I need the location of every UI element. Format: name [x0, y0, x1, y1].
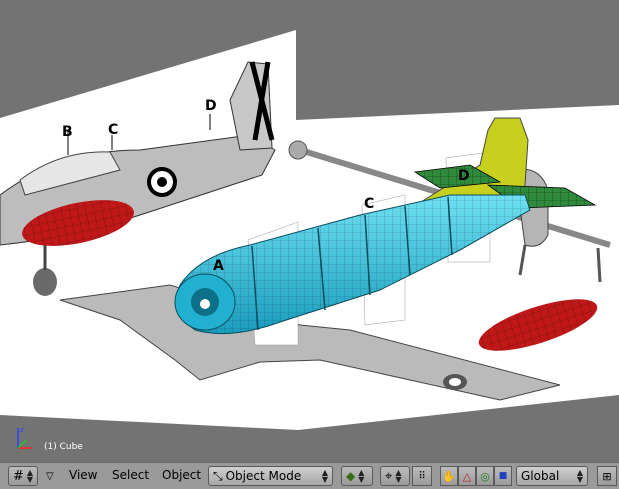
updown-arrow-icon: ▲ ▼ [395, 468, 402, 484]
scene-render: B C D A C D [0, 30, 619, 430]
side-label-c: C [108, 122, 118, 138]
pivot-align-button[interactable]: ⠿ [412, 466, 432, 486]
updown-arrow-icon: ▲ ▼ [358, 468, 365, 484]
side-label-b: B [62, 124, 73, 140]
rotate-manipulator-button[interactable]: ◎ [476, 466, 494, 486]
crosshair-icon: ⌖ [385, 468, 393, 484]
updown-arrow-icon: ▲ ▼ [26, 468, 34, 484]
mode-label: Object Mode [225, 469, 302, 483]
grid-icon: # [13, 468, 24, 484]
pivot-point-button[interactable]: ⌖ ▲ ▼ [380, 466, 410, 486]
section-label-d: D [458, 168, 470, 184]
triangle-down-icon: ▽ [46, 471, 54, 482]
mode-select[interactable]: ⤡ Object Mode ▲ ▼ [208, 466, 333, 486]
layer-grid-icon: ⊞ [602, 469, 612, 483]
updown-arrow-icon: ▲ ▼ [321, 468, 328, 484]
menu-view[interactable]: View [69, 468, 97, 482]
triangle-icon: △ [462, 469, 472, 483]
active-object-label: (1) Cube [44, 442, 83, 452]
updown-arrow-icon: ▲ ▼ [576, 468, 583, 484]
side-label-d: D [205, 98, 217, 114]
manipulator-toggle-button[interactable]: ✋ [440, 466, 458, 486]
view3d-header: # ▲ ▼ ▽ View Select Object ⤡ Object Mode … [0, 462, 619, 489]
3d-viewport[interactable]: B C D A C D z (1) Cube [0, 0, 619, 462]
dotted-box-icon: ⠿ [418, 470, 426, 482]
layers-button[interactable]: ⊞ [597, 466, 617, 486]
translate-manipulator-button[interactable]: △ [458, 466, 476, 486]
axis-orientation-icon: z [17, 426, 32, 449]
object-mode-icon: ⤡ [213, 468, 223, 483]
menu-object[interactable]: Object [162, 468, 201, 482]
svg-text:z: z [20, 426, 24, 434]
menu-select[interactable]: Select [112, 468, 149, 482]
orientation-select[interactable]: Global ▲ ▼ [516, 466, 588, 486]
hand-icon: ✋ [442, 469, 456, 483]
orientation-label: Global [521, 469, 560, 483]
editor-type-button[interactable]: # ▲ ▼ [8, 466, 38, 486]
ring-icon: ◎ [480, 469, 490, 483]
scale-manipulator-button[interactable]: ■ [494, 466, 512, 486]
square-icon: ■ [498, 471, 508, 481]
solid-sphere-icon: ◆ [346, 469, 356, 483]
section-label-c: C [364, 196, 374, 212]
collapse-menus-toggle[interactable]: ▽ [46, 468, 54, 482]
section-label-a: A [213, 258, 224, 274]
viewport-shading-button[interactable]: ◆ ▲ ▼ [341, 466, 373, 486]
